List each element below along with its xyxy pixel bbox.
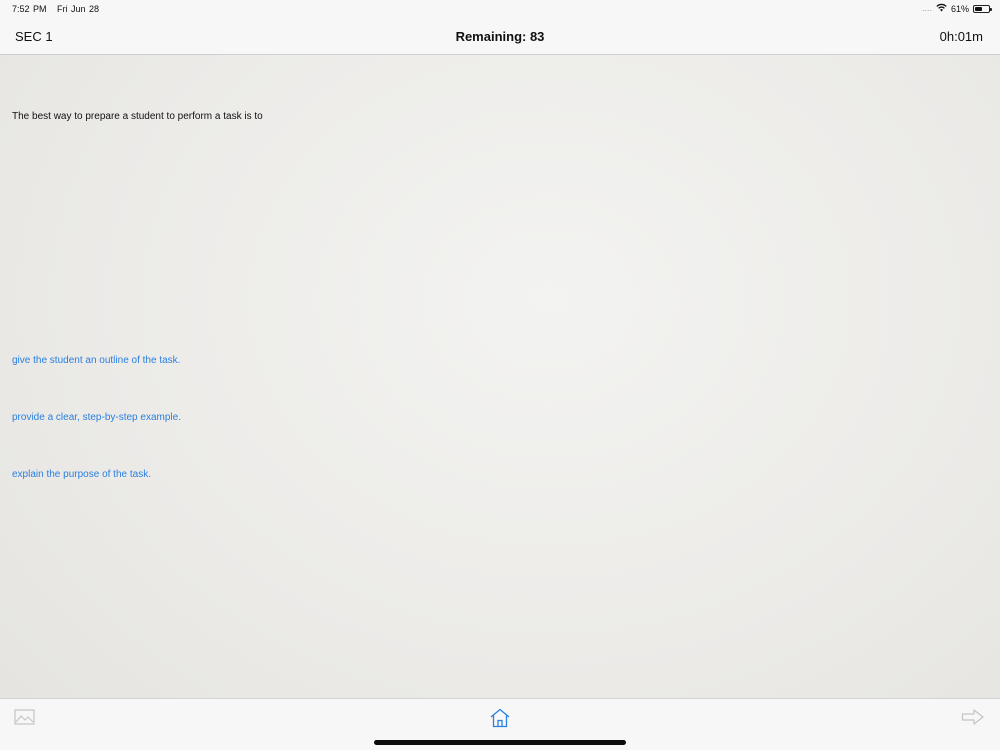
status-bar: 7:52 PM Fri Jun 28 .... 61% [0,0,1000,18]
question-text: The best way to prepare a student to per… [12,111,263,122]
home-indicator[interactable] [374,740,626,745]
battery-cap [990,7,992,11]
status-date: Fri Jun 28 [57,4,100,14]
wifi-icon [936,3,947,14]
remaining-count: Remaining: 83 [455,29,545,44]
answer-option-2[interactable]: provide a clear, step-by-step example. [12,412,181,423]
answer-option-1[interactable]: give the student an outline of the task. [12,355,180,366]
home-icon[interactable] [489,708,511,728]
nav-bar: SEC 1 Remaining: 83 0h:01m [0,18,1000,55]
status-time-date: 7:52 PM Fri Jun 28 [12,4,99,14]
status-indicators: .... 61% [921,2,992,14]
battery-icon [973,4,992,13]
status-time: 7:52 PM [12,4,47,14]
quiz-screen: 7:52 PM Fri Jun 28 .... 61% SEC 1 Remain… [0,0,1000,750]
image-icon[interactable] [14,708,36,728]
elapsed-timer: 0h:01m [939,29,983,44]
battery-fill [975,6,983,11]
answer-option-3[interactable]: explain the purpose of the task. [12,469,151,480]
next-arrow-icon[interactable] [961,708,984,728]
battery-percent: 61% [950,3,969,14]
signal-icon: .... [921,2,932,13]
